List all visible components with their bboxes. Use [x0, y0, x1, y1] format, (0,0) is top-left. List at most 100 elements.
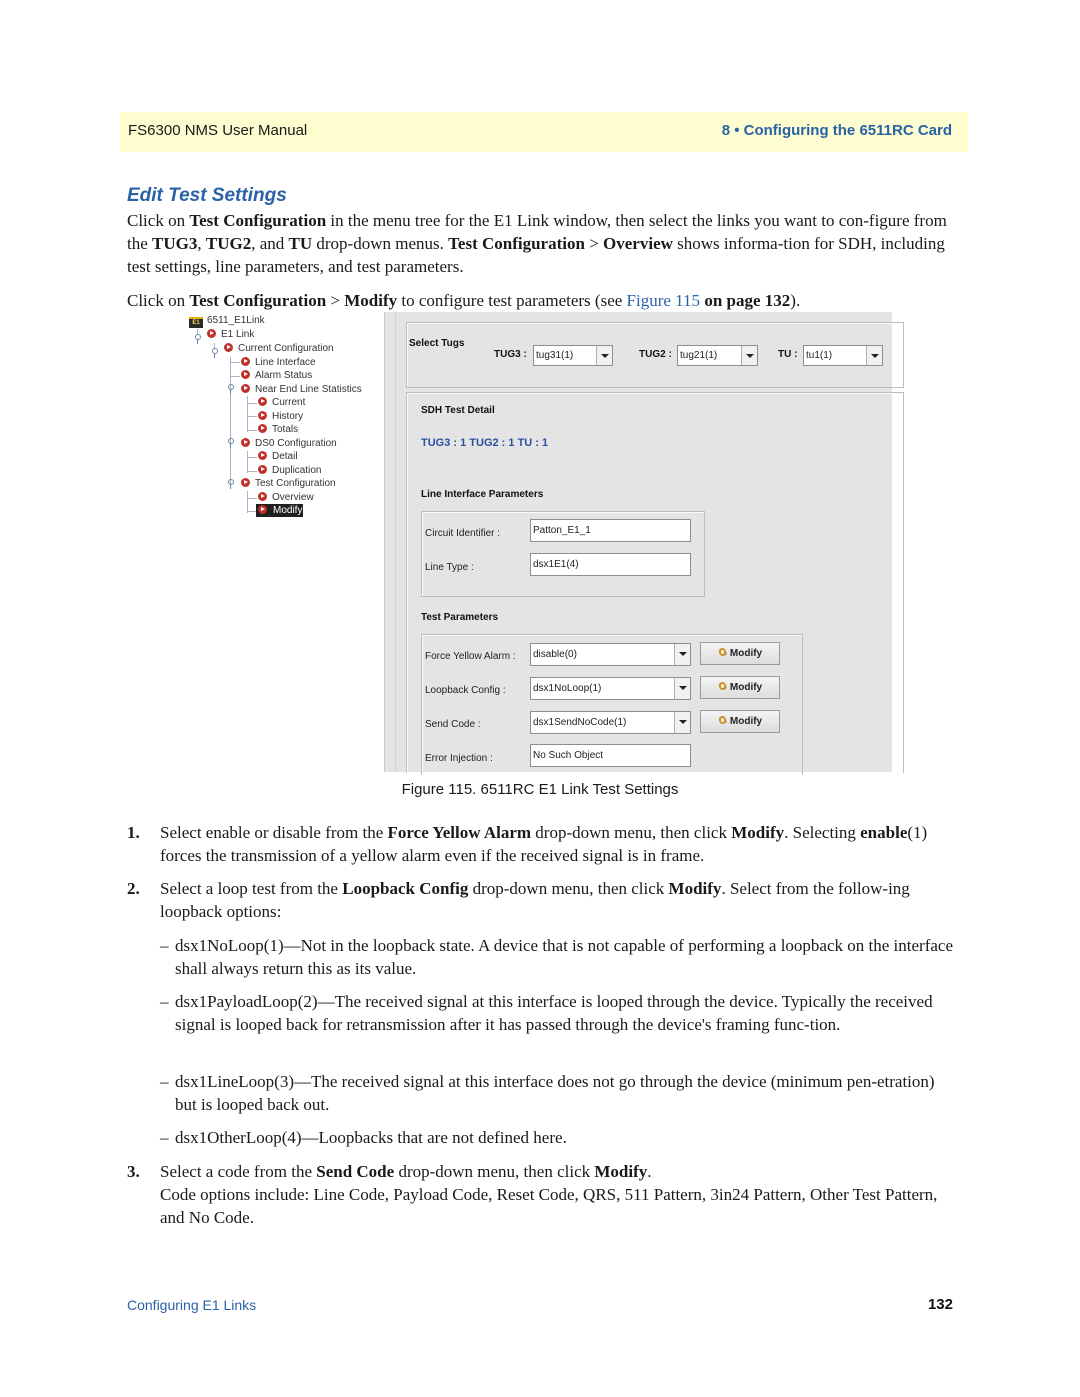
- chevron-down-icon[interactable]: [741, 346, 757, 365]
- text: drop-down menu, then click: [394, 1162, 595, 1181]
- tree-expand-toggle[interactable]: [194, 334, 201, 344]
- tree-item-label: Near End Line Statistics: [255, 384, 362, 395]
- tree-expand-toggle[interactable]: [227, 438, 234, 448]
- node-icon: [207, 329, 216, 338]
- text: Click on: [127, 291, 190, 310]
- tree-item-label: Current Configuration: [238, 343, 334, 354]
- intro-paragraph-2: Click on Test Configuration > Modify to …: [127, 289, 957, 312]
- node-icon: [241, 478, 250, 487]
- text: . Selecting: [784, 823, 861, 842]
- figure-link[interactable]: Figure 115: [627, 291, 701, 310]
- tree-item-label: Duplication: [272, 465, 322, 476]
- send-code-dropdown[interactable]: dsx1SendNoCode(1): [530, 711, 691, 734]
- manual-title: FS6300 NMS User Manual: [128, 122, 308, 139]
- tree-expand-toggle[interactable]: [211, 348, 218, 358]
- node-icon: [224, 343, 233, 352]
- step-text-continued: Code options include: Line Code, Payload…: [160, 1185, 938, 1227]
- node-icon: [258, 465, 267, 474]
- chevron-down-icon[interactable]: [674, 678, 690, 699]
- loopback-config-label: Loopback Config :: [425, 685, 506, 696]
- tree-item-label: Totals: [272, 424, 299, 435]
- chevron-down-icon[interactable]: [866, 346, 882, 365]
- step-text: Select a code from the Send Code drop-do…: [160, 1160, 957, 1183]
- tree-item-history[interactable]: History: [258, 410, 303, 423]
- tree-item-modify[interactable]: Modify: [256, 504, 304, 517]
- node-icon: [241, 384, 250, 393]
- bold-text: Force Yellow Alarm: [387, 823, 532, 842]
- chevron-down-icon[interactable]: [596, 346, 612, 365]
- text: ).: [790, 291, 801, 310]
- force-yellow-alarm-dropdown[interactable]: disable(0): [530, 643, 691, 666]
- bold-text: Modify: [344, 291, 398, 310]
- bold-text: Modify: [731, 823, 785, 842]
- page-header: FS6300 NMS User Manual 8 • Configuring t…: [120, 112, 968, 152]
- bold-text: Modify: [668, 879, 722, 898]
- dropdown-value: dsx1NoLoop(1): [533, 683, 602, 694]
- option-text: dsx1OtherLoop(4)—Loopbacks that are not …: [175, 1128, 567, 1147]
- option-text: dsx1NoLoop(1)—Not in the loopback state.…: [175, 936, 953, 978]
- chevron-down-icon[interactable]: [674, 644, 690, 665]
- tree-item-test-configuration[interactable]: Test Configuration: [241, 477, 336, 490]
- tree-expand-toggle[interactable]: [227, 384, 234, 394]
- loopback-option: – dsx1PayloadLoop(2)—The received signal…: [160, 990, 960, 1036]
- tree-item-alarm-status[interactable]: Alarm Status: [241, 369, 312, 382]
- dash: –: [160, 1128, 169, 1147]
- bold-text: Test Configuration: [448, 234, 585, 253]
- error-injection-field[interactable]: No Such Object: [530, 744, 691, 767]
- line-interface-group: Circuit Identifier : Patton_E1_1 Line Ty…: [421, 511, 705, 597]
- modify-loopback-button[interactable]: Modify: [700, 676, 780, 699]
- dropdown-value: disable(0): [533, 649, 577, 660]
- text: to configure test parameters (see: [397, 291, 627, 310]
- step-2: 2. Select a loop test from the Loopback …: [127, 877, 957, 923]
- text: >: [584, 234, 604, 253]
- node-icon: [258, 505, 267, 514]
- tree-item-ds0-configuration[interactable]: DS0 Configuration: [241, 437, 337, 450]
- button-label: Modify: [729, 682, 763, 693]
- tree-item-overview[interactable]: Overview: [258, 491, 314, 504]
- loopback-option: – dsx1OtherLoop(4)—Loopbacks that are no…: [160, 1126, 960, 1149]
- bold-text: Test Configuration: [189, 291, 327, 310]
- text: >: [326, 291, 345, 310]
- modify-send-code-button[interactable]: Modify: [700, 710, 780, 733]
- node-icon: [258, 451, 267, 460]
- tree-item-current[interactable]: Current: [258, 396, 305, 409]
- chevron-down-icon[interactable]: [674, 712, 690, 733]
- tree-item-line-interface[interactable]: Line Interface: [241, 356, 316, 369]
- send-code-label: Send Code :: [425, 719, 481, 730]
- tug3-dropdown[interactable]: tug31(1): [533, 345, 613, 366]
- tug2-dropdown[interactable]: tug21(1): [677, 345, 758, 366]
- tree-item-detail[interactable]: Detail: [258, 450, 298, 463]
- test-settings-panel: Select Tugs TUG3 : tug31(1) TUG2 : tug21…: [384, 312, 904, 775]
- tree-item-current-configuration[interactable]: Current Configuration: [224, 342, 334, 355]
- tree-item-label: Modify: [272, 505, 304, 516]
- step-text: Select a loop test from the Loopback Con…: [160, 877, 957, 923]
- bold-text: TUG3: [152, 234, 198, 253]
- tree-item-e1-link[interactable]: E1 Link: [207, 328, 254, 341]
- step-text: Select enable or disable from the Force …: [160, 821, 957, 867]
- tree-item-label: Detail: [272, 451, 298, 462]
- dropdown-value: tug21(1): [680, 350, 718, 361]
- loopback-config-dropdown[interactable]: dsx1NoLoop(1): [530, 677, 691, 700]
- text: Click on: [127, 211, 190, 230]
- loopback-option: – dsx1LineLoop(3)—The received signal at…: [160, 1070, 960, 1116]
- tree-expand-toggle[interactable]: [227, 479, 234, 489]
- tree-item-near-end-line-statistics[interactable]: Near End Line Statistics: [241, 383, 362, 396]
- sdh-test-detail-group: SDH Test Detail TUG3 : 1 TUG2 : 1 TU : 1…: [406, 392, 904, 775]
- circuit-identifier-field[interactable]: Patton_E1_1: [530, 519, 691, 542]
- bold-text: enable: [860, 823, 908, 842]
- option-text: dsx1PayloadLoop(2)—The received signal a…: [175, 992, 933, 1034]
- sdh-selection-summary: TUG3 : 1 TUG2 : 1 TU : 1: [421, 437, 549, 449]
- modify-force-yellow-button[interactable]: Modify: [700, 642, 780, 665]
- tree-item-root[interactable]: E1 6511_E1Link: [189, 314, 265, 328]
- tree-item-duplication[interactable]: Duplication: [258, 464, 321, 477]
- tree-item-totals[interactable]: Totals: [258, 423, 298, 436]
- section-title: Edit Test Settings: [127, 185, 287, 206]
- bold-text: Loopback Config: [342, 879, 469, 898]
- text: Select enable or disable from the: [160, 823, 388, 842]
- tree-item-label: E1 Link: [221, 329, 255, 340]
- node-icon: [258, 397, 267, 406]
- tu-dropdown[interactable]: tu1(1): [803, 345, 883, 366]
- step-1: 1. Select enable or disable from the For…: [127, 821, 957, 867]
- node-icon: [258, 424, 267, 433]
- line-type-field[interactable]: dsx1E1(4): [530, 553, 691, 576]
